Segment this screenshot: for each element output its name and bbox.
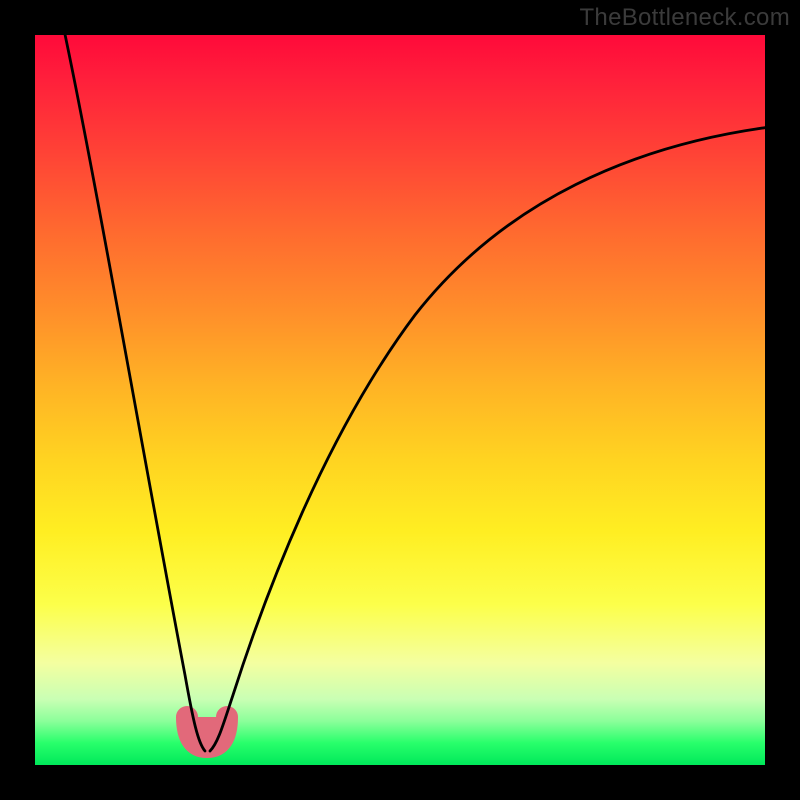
chart-svg — [35, 35, 765, 765]
plot-area — [35, 35, 765, 765]
chart-frame: TheBottleneck.com — [0, 0, 800, 800]
watermark-text: TheBottleneck.com — [579, 4, 790, 32]
curve-right-branch — [210, 127, 765, 751]
curve-left-branch — [63, 35, 205, 751]
